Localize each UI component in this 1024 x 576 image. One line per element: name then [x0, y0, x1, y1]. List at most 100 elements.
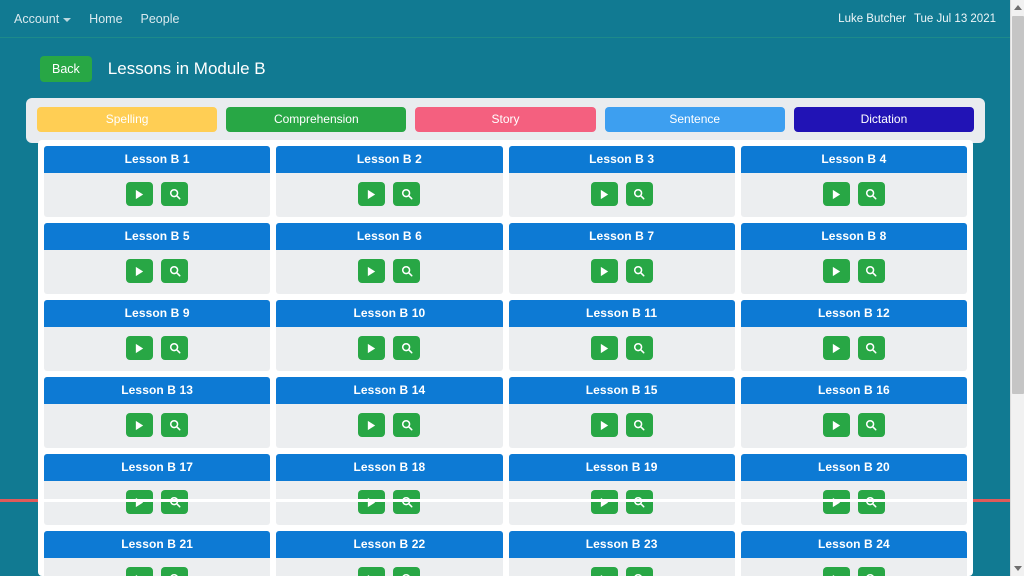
magnifier-icon [633, 496, 645, 508]
lesson-card-actions [44, 327, 270, 371]
lesson-play-button[interactable] [822, 336, 850, 360]
lesson-play-button[interactable] [358, 490, 386, 514]
lesson-preview-button[interactable] [161, 490, 189, 514]
lesson-preview-button[interactable] [393, 259, 421, 283]
magnifier-icon [169, 188, 181, 200]
lesson-card-title: Lesson B 1 [44, 146, 271, 173]
lesson-card: Lesson B 15 [508, 377, 735, 448]
play-icon [134, 189, 145, 200]
scroll-up-arrow-icon[interactable] [1011, 0, 1024, 15]
lesson-play-button[interactable] [126, 182, 154, 206]
magnifier-icon [401, 188, 413, 200]
lesson-preview-button[interactable] [625, 490, 653, 514]
lesson-card: Lesson B 17 [44, 454, 271, 525]
play-icon [366, 266, 377, 277]
lesson-preview-button[interactable] [161, 336, 189, 360]
lesson-play-button[interactable] [590, 259, 618, 283]
lesson-card: Lesson B 8 [740, 223, 967, 294]
lesson-play-button[interactable] [358, 182, 386, 206]
lesson-preview-button[interactable] [857, 259, 885, 283]
lesson-preview-button[interactable] [857, 336, 885, 360]
play-icon [134, 497, 145, 508]
nav-account-dropdown[interactable]: Account [14, 12, 72, 26]
lesson-card: Lesson B 13 [44, 377, 271, 448]
lesson-play-button[interactable] [126, 413, 154, 437]
lesson-play-button[interactable] [590, 413, 618, 437]
category-tab-comprehension[interactable]: Comprehension [226, 107, 407, 132]
lesson-play-button[interactable] [822, 182, 850, 206]
category-tab-dictation[interactable]: Dictation [793, 107, 975, 132]
lesson-play-button[interactable] [358, 259, 386, 283]
lesson-preview-button[interactable] [161, 567, 189, 576]
lesson-preview-button[interactable] [625, 336, 653, 360]
vertical-scrollbar[interactable] [1010, 0, 1024, 576]
lesson-preview-button[interactable] [161, 413, 189, 437]
lesson-card-title: Lesson B 22 [276, 531, 503, 558]
lesson-play-button[interactable] [590, 567, 618, 576]
lesson-card-title: Lesson B 5 [44, 223, 271, 250]
lesson-card-actions [741, 327, 967, 371]
lesson-play-button[interactable] [822, 567, 850, 576]
lesson-preview-button[interactable] [393, 490, 421, 514]
app-window: Account Home People Luke Butcher Tue Jul… [0, 0, 1024, 576]
lesson-card-actions [44, 250, 270, 294]
lesson-preview-button[interactable] [393, 413, 421, 437]
lesson-play-button[interactable] [590, 182, 618, 206]
lesson-play-button[interactable] [358, 413, 386, 437]
lesson-preview-button[interactable] [857, 182, 885, 206]
lesson-play-button[interactable] [126, 567, 154, 576]
lesson-preview-button[interactable] [857, 490, 885, 514]
top-navbar: Account Home People Luke Butcher Tue Jul… [0, 0, 1010, 38]
lesson-card-actions [509, 327, 735, 371]
lesson-card-actions [276, 327, 502, 371]
nav-home-link[interactable]: Home [89, 12, 122, 26]
lesson-play-button[interactable] [590, 490, 618, 514]
lesson-card: Lesson B 6 [276, 223, 503, 294]
magnifier-icon [633, 188, 645, 200]
lesson-play-button[interactable] [822, 490, 850, 514]
lesson-card-actions [276, 481, 502, 525]
lesson-play-button[interactable] [126, 490, 154, 514]
lesson-play-button[interactable] [126, 259, 154, 283]
lesson-card-title: Lesson B 17 [44, 454, 271, 481]
scroll-down-arrow-icon[interactable] [1011, 561, 1024, 576]
magnifier-icon [633, 419, 645, 431]
lesson-card-title: Lesson B 19 [508, 454, 735, 481]
lesson-preview-button[interactable] [161, 259, 189, 283]
lesson-card-actions [741, 558, 967, 576]
nav-people-link[interactable]: People [141, 12, 180, 26]
lesson-card-title: Lesson B 12 [740, 300, 967, 327]
lesson-card-actions [741, 173, 967, 217]
lesson-card-actions [44, 404, 270, 448]
lesson-preview-button[interactable] [393, 567, 421, 576]
lesson-preview-button[interactable] [393, 336, 421, 360]
lesson-preview-button[interactable] [857, 567, 885, 576]
category-tab-sentence[interactable]: Sentence [604, 107, 785, 132]
lesson-card: Lesson B 3 [508, 146, 735, 217]
scrollbar-thumb[interactable] [1012, 16, 1024, 394]
lesson-card: Lesson B 5 [44, 223, 271, 294]
lesson-play-button[interactable] [126, 336, 154, 360]
back-button[interactable]: Back [40, 56, 92, 82]
lesson-card-title: Lesson B 7 [508, 223, 735, 250]
lesson-card-title: Lesson B 23 [508, 531, 735, 558]
lesson-play-button[interactable] [358, 567, 386, 576]
lesson-play-button[interactable] [358, 336, 386, 360]
lesson-preview-button[interactable] [625, 182, 653, 206]
lesson-play-button[interactable] [822, 259, 850, 283]
category-tab-story[interactable]: Story [415, 107, 596, 132]
lesson-play-button[interactable] [590, 336, 618, 360]
magnifier-icon [401, 265, 413, 277]
lesson-preview-button[interactable] [393, 182, 421, 206]
lesson-preview-button[interactable] [625, 259, 653, 283]
lesson-preview-button[interactable] [625, 413, 653, 437]
lesson-preview-button[interactable] [857, 413, 885, 437]
lesson-card: Lesson B 21 [44, 531, 271, 576]
lesson-card-title: Lesson B 10 [276, 300, 503, 327]
lesson-card: Lesson B 4 [740, 146, 967, 217]
lesson-play-button[interactable] [822, 413, 850, 437]
play-icon [831, 189, 842, 200]
lesson-preview-button[interactable] [161, 182, 189, 206]
category-tab-spelling[interactable]: Spelling [37, 107, 218, 132]
lesson-preview-button[interactable] [625, 567, 653, 576]
